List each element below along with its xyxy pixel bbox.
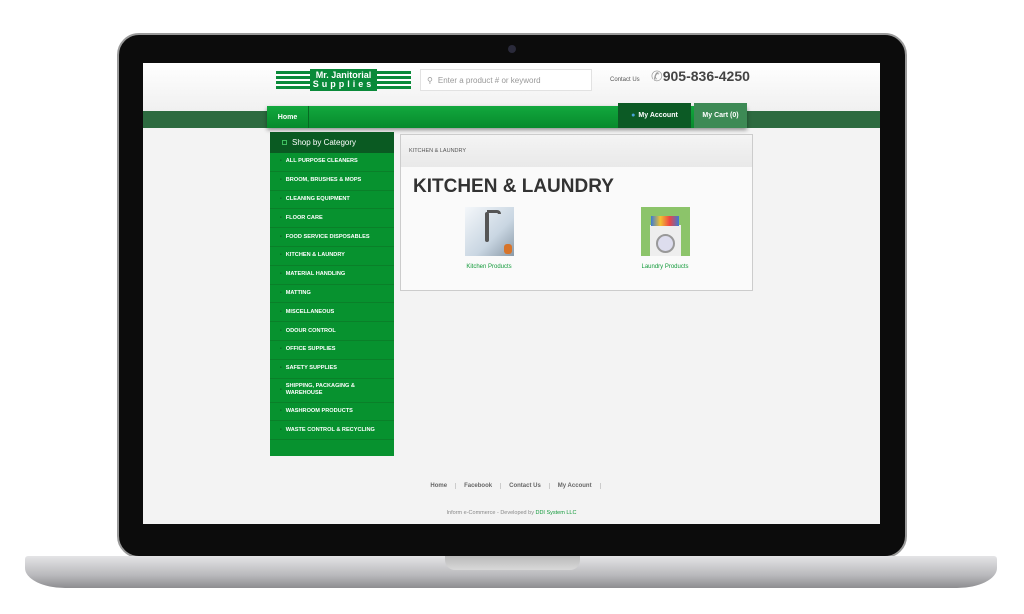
credit-text: Inform e-Commerce - Developed by [446, 510, 534, 516]
category-item[interactable]: SAFETY SUPPLIES [270, 360, 394, 379]
search-icon: ⚲ [427, 75, 433, 85]
footer-link-contact[interactable]: Contact Us [501, 483, 550, 489]
square-icon [282, 140, 287, 145]
category-item[interactable]: SHIPPING, PACKAGING & WAREHOUSE [270, 379, 394, 403]
site-header: Mr. Janitorial Supplies ⚲ Enter a product … [143, 63, 880, 111]
phone-icon: ✆ [651, 68, 663, 84]
breadcrumb[interactable]: KITCHEN & LAUNDRY [401, 135, 752, 167]
footer-credit: Inform e-Commerce - Developed by DDI Sys… [143, 510, 880, 516]
category-item[interactable]: MISCELLANEOUS [270, 303, 394, 323]
laundry-washer-image[interactable] [640, 207, 690, 256]
category-item[interactable]: WASTE CONTROL & RECYCLING [270, 421, 394, 441]
category-item[interactable]: MATERIAL HANDLING [270, 266, 394, 285]
product-label[interactable]: Kitchen Products [439, 264, 539, 270]
logo[interactable]: Mr. Janitorial Supplies [276, 69, 412, 91]
category-item[interactable]: WASHROOM PRODUCTS [270, 403, 394, 422]
footer-link-facebook[interactable]: Facebook [456, 483, 502, 489]
kitchen-faucet-image[interactable] [464, 207, 514, 256]
category-item[interactable]: OFFICE SUPPLIES [270, 341, 394, 360]
camera [508, 45, 516, 53]
sidebar-title: Shop by Category [292, 138, 357, 147]
footer-link-home[interactable]: Home [422, 483, 457, 489]
footer-link-account[interactable]: My Account [549, 483, 601, 489]
laptop-notch [445, 556, 580, 570]
category-item[interactable]: FOOD SERVICE DISPOSABLES [270, 228, 394, 247]
nav-home[interactable]: Home [267, 106, 309, 128]
user-icon: ● [631, 112, 636, 119]
product-label[interactable]: Laundry Products [615, 264, 715, 270]
product-kitchen[interactable]: Kitchen Products [439, 207, 539, 270]
my-account-button[interactable]: ● My Account [618, 103, 691, 128]
category-item[interactable]: CLEANING EQUIPMENT [270, 191, 394, 210]
category-item[interactable]: BROOM, BRUSHES & MOPS [270, 172, 394, 191]
category-item[interactable]: ALL PURPOSE CLEANERS [270, 153, 394, 172]
category-item[interactable]: ODOUR CONTROL [270, 322, 394, 341]
content-panel: KITCHEN & LAUNDRY KITCHEN & LAUNDRY Kitc… [400, 134, 753, 291]
category-item[interactable]: FLOOR CARE [270, 209, 394, 229]
logo-line2: Supplies [312, 79, 375, 89]
page-title: KITCHEN & LAUNDRY [413, 176, 614, 197]
credit-link[interactable]: DDI System LLC [535, 510, 576, 516]
category-item[interactable]: KITCHEN & LAUNDRY [270, 247, 394, 266]
search-input[interactable]: ⚲ Enter a product # or keyword [420, 69, 592, 91]
my-cart-button[interactable]: My Cart (0) [694, 103, 747, 128]
phone-number: ✆905-836-4250 [651, 68, 750, 85]
contact-link[interactable]: Contact Us [610, 77, 640, 83]
phone-text: 905-836-4250 [662, 68, 750, 84]
sidebar-header: Shop by Category [270, 132, 394, 153]
search-placeholder: Enter a product # or keyword [437, 75, 541, 85]
footer-links: Home Facebook Contact Us My Account [143, 483, 880, 489]
browser-screen: Mr. Janitorial Supplies ⚲ Enter a product … [143, 63, 880, 524]
product-laundry[interactable]: Laundry Products [615, 207, 715, 270]
main-nav: Home ● My Account My Cart (0) [267, 103, 747, 128]
category-item[interactable]: MATTING [270, 285, 394, 304]
category-sidebar: Shop by Category ALL PURPOSE CLEANERS BR… [270, 132, 394, 456]
my-account-label: My Account [638, 112, 678, 119]
